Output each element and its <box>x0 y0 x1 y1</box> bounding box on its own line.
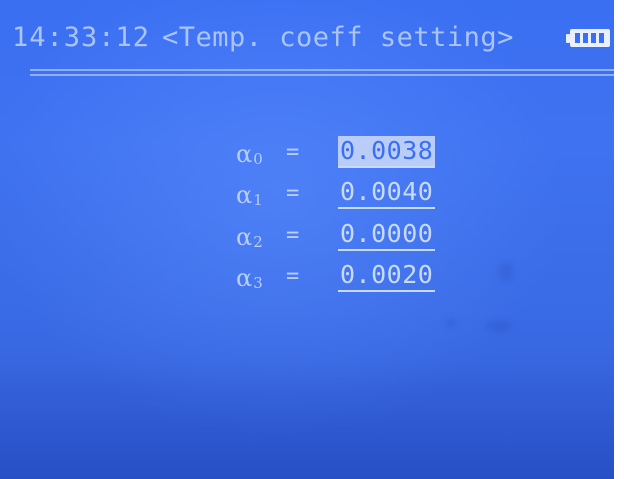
screen-smudge <box>446 318 456 328</box>
equals-sign: = <box>286 181 300 206</box>
header-divider-bottom <box>30 74 614 76</box>
battery-full-icon <box>566 29 610 47</box>
coefficient-symbol: α2 <box>236 223 263 251</box>
coefficient-row-alpha3: α3 = 0.0020 <box>236 260 476 296</box>
equals-sign: = <box>286 223 300 248</box>
battery-cell <box>599 33 604 43</box>
screen-smudge <box>498 262 514 282</box>
battery-cell <box>583 33 588 43</box>
screen-smudge <box>486 320 512 332</box>
screen-title: <Temp. coeff setting> <box>162 22 514 53</box>
lcd-screen: 14:33:12 <Temp. coeff setting> α0 = 0.00… <box>0 0 614 479</box>
coefficient-value-field[interactable]: 0.0020 <box>338 260 436 292</box>
status-bar: 14:33:12 <Temp. coeff setting> <box>0 22 614 62</box>
coefficient-row-alpha2: α2 = 0.0000 <box>236 219 476 255</box>
coefficient-value-field[interactable]: 0.0040 <box>338 177 436 209</box>
clock: 14:33:12 <box>12 22 151 53</box>
coefficient-symbol: α0 <box>236 140 263 168</box>
battery-cell <box>575 33 580 43</box>
coefficient-value-field[interactable]: 0.0038 <box>338 136 436 168</box>
coefficient-row-alpha1: α1 = 0.0040 <box>236 177 476 213</box>
coefficient-symbol: α1 <box>236 181 263 209</box>
battery-cell <box>591 33 596 43</box>
coefficient-row-alpha0: α0 = 0.0038 <box>236 136 476 172</box>
coefficient-symbol: α3 <box>236 264 263 292</box>
device-frame: 14:33:12 <Temp. coeff setting> α0 = 0.00… <box>0 0 624 479</box>
header-divider-top <box>30 69 614 71</box>
equals-sign: = <box>286 264 300 289</box>
coefficient-value-field[interactable]: 0.0000 <box>338 219 436 251</box>
battery-body <box>570 29 610 47</box>
equals-sign: = <box>286 140 300 165</box>
